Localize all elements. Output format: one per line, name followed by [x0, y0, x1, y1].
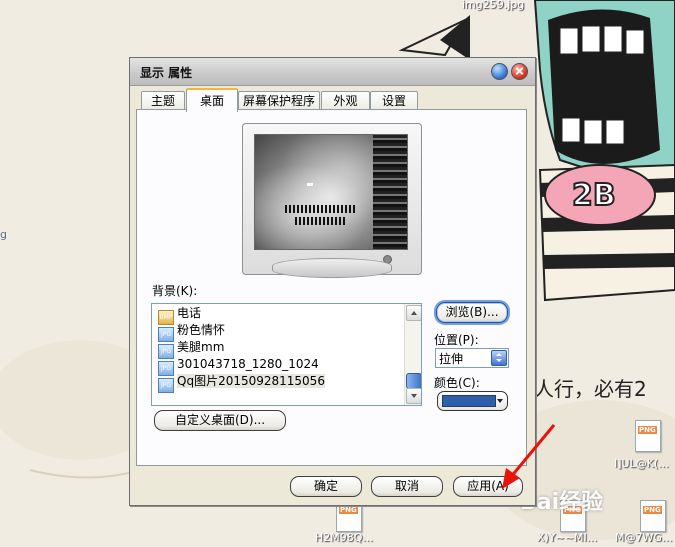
tab-desktop[interactable]: 桌面: [186, 88, 238, 112]
red-arrow-annotation: [502, 424, 556, 489]
